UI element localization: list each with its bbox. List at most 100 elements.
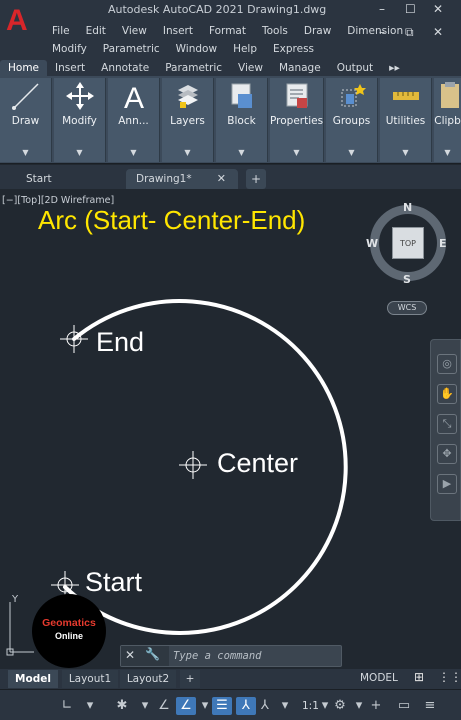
new-tab-button[interactable]: + (246, 169, 266, 189)
grid-icon[interactable]: ⊞ (414, 670, 424, 684)
chevron-down-icon[interactable]: ▼ (216, 148, 267, 157)
restore-button[interactable]: ☐ (405, 2, 416, 16)
compass-east[interactable]: E (439, 237, 447, 250)
ribbon-tab-insert[interactable]: Insert (47, 60, 93, 76)
menu-help[interactable]: Help (225, 43, 265, 55)
close-icon[interactable]: ✕ (125, 648, 135, 662)
drawing-canvas[interactable]: [−][Top][2D Wireframe] Arc (Start- Cente… (0, 189, 461, 669)
model-space-toggle[interactable]: MODEL (360, 672, 398, 684)
menu-express[interactable]: Express (265, 43, 322, 55)
ribbon-tab-more[interactable]: ▸▸ (381, 60, 408, 76)
ribbon-panel-label: Ann... (118, 115, 149, 127)
layout-tab-layout2[interactable]: Layout2 (120, 670, 176, 688)
orbit-icon[interactable]: ✥ (437, 444, 457, 464)
chevron-down-icon[interactable]: ▼ (54, 148, 105, 157)
ribbon-tab-manage[interactable]: Manage (271, 60, 329, 76)
close-icon[interactable]: ✕ (217, 169, 226, 189)
chevron-down-icon[interactable]: ▼ (270, 148, 323, 157)
menu-draw[interactable]: Draw (296, 25, 339, 37)
ribbon-panel-label: Modify (62, 115, 97, 127)
minimize-button[interactable]: – (379, 2, 385, 16)
doc-close-button[interactable]: ✕ (433, 25, 443, 39)
status-bar: ∟ ▾ ✱ ▾ ∠ ∠ ▾ ☰ ⅄ ⅄ ▾ 1:1 ▾ ⚙ ▾ + ▭ ≡ (0, 689, 461, 720)
autocad-logo-icon[interactable]: A (2, 0, 38, 40)
chevron-down-icon[interactable]: ▼ (162, 148, 213, 157)
title-bar: A Autodesk AutoCAD 2021 Drawing1.dwg – ☐… (0, 0, 461, 60)
compass-north[interactable]: N (403, 201, 412, 214)
chevron-down-icon[interactable]: ▼ (434, 148, 461, 157)
ribbon-panel-draw[interactable]: Draw ▼ (0, 78, 52, 162)
layout-tab-model[interactable]: Model (8, 670, 58, 688)
menu-file[interactable]: File (44, 25, 78, 37)
viewcube[interactable]: TOP N S W E (366, 201, 450, 297)
snap-icon[interactable]: ⋮⋮ (438, 670, 461, 684)
ribbon-tab-bar: Home Insert Annotate Parametric View Man… (0, 60, 461, 76)
ribbon-panel-properties[interactable]: Properties ▼ (270, 78, 324, 162)
chevron-down-icon[interactable]: ▼ (108, 148, 159, 157)
close-button[interactable]: ✕ (433, 2, 443, 16)
polar-tracking-icon[interactable]: ✱ (112, 697, 132, 715)
chevron-down-icon[interactable]: ▾ (82, 697, 98, 715)
chevron-down-icon[interactable]: ▾ (198, 697, 212, 715)
ribbon-panel-annotation[interactable]: A Ann... ▼ (108, 78, 160, 162)
menu-modify[interactable]: Modify (44, 43, 95, 55)
zoom-extents-icon[interactable]: ⤡ (437, 414, 457, 434)
ribbon-panel-clipboard[interactable]: Clipb ▼ (434, 78, 461, 162)
steering-wheel-icon[interactable]: ◎ (437, 354, 457, 374)
layout-tab-layout1[interactable]: Layout1 (62, 670, 118, 688)
menu-insert[interactable]: Insert (155, 25, 201, 37)
chevron-down-icon[interactable]: ▼ (380, 148, 431, 157)
ribbon-tab-output[interactable]: Output (329, 60, 381, 76)
chevron-down-icon[interactable]: ▾ (138, 697, 152, 715)
customization-menu-icon[interactable]: ≡ (420, 697, 440, 715)
compass-west[interactable]: W (366, 237, 378, 250)
menu-format[interactable]: Format (201, 25, 254, 37)
plus-icon[interactable]: + (366, 697, 386, 715)
fullscreen-icon[interactable]: ▭ (394, 697, 414, 715)
wcs-menu-button[interactable]: WCS (387, 301, 427, 315)
ribbon-panel-block[interactable]: Block ▼ (216, 78, 268, 162)
ortho-icon[interactable]: ∟ (58, 697, 76, 715)
watermark-line2: Online (54, 631, 83, 641)
ribbon-panel-label: Layers (170, 115, 205, 127)
annotation-scale-icon[interactable]: ⅄ (236, 697, 256, 715)
viewcube-top-face[interactable]: TOP (392, 227, 424, 259)
menu-window[interactable]: Window (168, 43, 225, 55)
menu-dimension[interactable]: Dimension (339, 25, 411, 37)
annotation-visibility-icon[interactable]: ⅄ (258, 697, 272, 715)
gear-icon[interactable]: ⚙ (330, 697, 350, 715)
compass-south[interactable]: S (403, 273, 411, 286)
pan-hand-icon[interactable]: ✋ (437, 384, 457, 404)
showmotion-icon[interactable]: ▶ (437, 474, 457, 494)
isodraft-icon[interactable]: ∠ (156, 697, 172, 715)
ribbon-panel-modify[interactable]: Modify ▼ (54, 78, 106, 162)
lineweight-icon[interactable]: ☰ (212, 697, 232, 715)
menu-view[interactable]: View (114, 25, 155, 37)
annotation-scale-value[interactable]: 1:1 (302, 697, 319, 715)
line-icon (11, 83, 39, 110)
ribbon-panel-groups[interactable]: Groups ▼ (326, 78, 378, 162)
add-layout-button[interactable]: + (180, 670, 200, 688)
ribbon-tab-parametric[interactable]: Parametric (157, 60, 230, 76)
ucs-icon: Y (6, 594, 34, 656)
menu-bar-row-2: Modify Parametric Window Help Express (44, 43, 322, 55)
chevron-down-icon[interactable]: ▾ (278, 697, 292, 715)
ribbon-panel-label: Draw (11, 115, 40, 127)
wrench-icon[interactable]: 🔧 (145, 647, 160, 661)
chevron-down-icon[interactable]: ▾ (352, 697, 366, 715)
ribbon-tab-view[interactable]: View (230, 60, 271, 76)
file-tab-start[interactable]: Start (0, 169, 122, 189)
ribbon-tab-home[interactable]: Home (0, 60, 48, 76)
ribbon-panel-utilities[interactable]: Utilities ▼ (380, 78, 432, 162)
object-snap-tracking-icon[interactable]: ∠ (176, 697, 196, 715)
ribbon-panel-layers[interactable]: Layers ▼ (162, 78, 214, 162)
menu-edit[interactable]: Edit (78, 25, 114, 37)
file-tab-drawing1[interactable]: Drawing1* ✕ (126, 169, 238, 189)
ribbon-tab-annotate[interactable]: Annotate (93, 60, 157, 76)
menu-parametric[interactable]: Parametric (95, 43, 168, 55)
chevron-down-icon[interactable]: ▼ (0, 148, 51, 157)
command-input[interactable] (173, 647, 341, 665)
chevron-down-icon[interactable]: ▼ (326, 148, 377, 157)
menu-tools[interactable]: Tools (254, 25, 296, 37)
layout-tab-bar: Model Layout1 Layout2 + MODEL ⊞ ⋮⋮ (0, 669, 461, 689)
